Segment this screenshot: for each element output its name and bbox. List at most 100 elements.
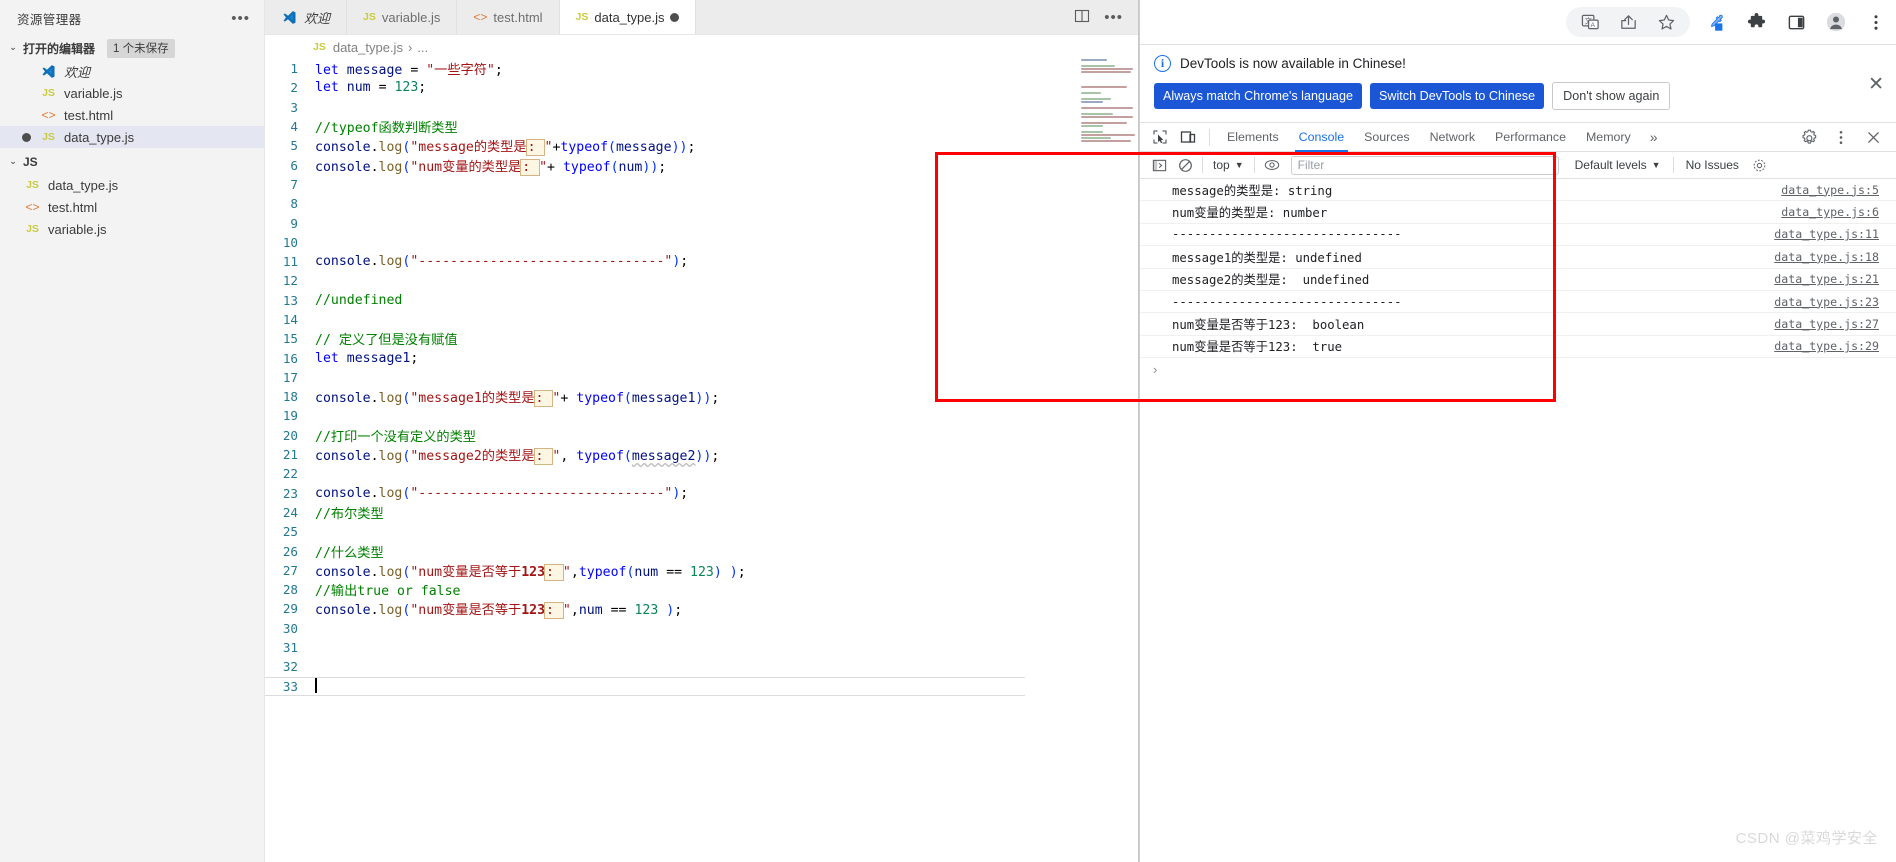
breadcrumb: JS data_type.js › ... bbox=[265, 35, 1139, 59]
tab-memory[interactable]: Memory bbox=[1576, 122, 1641, 152]
live-expression-eye-icon[interactable] bbox=[1259, 157, 1285, 173]
code-text: console.log("message2的类型是: ", typeof(mes… bbox=[315, 448, 720, 466]
console-log-source-link[interactable]: data_type.js:6 bbox=[1781, 205, 1879, 219]
translate-icon[interactable]: 文 A bbox=[1580, 12, 1600, 32]
console-log-source-link[interactable]: data_type.js:18 bbox=[1774, 250, 1879, 264]
console-output-area[interactable]: message的类型是: string data_type.js:5 num变量… bbox=[1140, 179, 1896, 479]
tab-sources[interactable]: Sources bbox=[1354, 122, 1419, 152]
tab-welcome[interactable]: 欢迎 bbox=[265, 0, 348, 34]
line-number: 26 bbox=[282, 543, 298, 559]
tab-elements[interactable]: Elements bbox=[1217, 122, 1289, 152]
code-text: console.log("num变量是否等于123: ",num == 123 … bbox=[315, 602, 683, 620]
code-line: 19 bbox=[265, 406, 1139, 425]
devtools-menu-icon[interactable] bbox=[1827, 129, 1855, 146]
console-log-row[interactable]: num变量的类型是: number data_type.js:6 bbox=[1140, 201, 1896, 224]
devtools-close-icon[interactable] bbox=[1859, 130, 1887, 145]
open-editor-item-variable-js[interactable]: JS variable.js bbox=[0, 82, 264, 104]
settings-gear-icon[interactable] bbox=[1795, 129, 1823, 146]
svg-text:A: A bbox=[1590, 21, 1595, 28]
chevron-down-icon: ⌄ bbox=[9, 155, 17, 166]
line-number: 23 bbox=[282, 485, 298, 501]
more-actions-icon[interactable]: ••• bbox=[1104, 10, 1123, 25]
file-item-test-html[interactable]: <> test.html bbox=[0, 196, 264, 218]
devtools-tabbar: Elements Console Sources Network Perform… bbox=[1140, 122, 1896, 152]
code-text: console.log("num变量是否等于123: ",typeof(num … bbox=[315, 563, 746, 581]
line-number: 10 bbox=[282, 234, 298, 250]
eyedropper-icon[interactable] bbox=[1706, 12, 1726, 32]
execution-context-label: top bbox=[1213, 158, 1230, 172]
tab-network[interactable]: Network bbox=[1420, 122, 1485, 152]
line-number: 11 bbox=[282, 254, 298, 270]
bookmark-star-icon[interactable] bbox=[1656, 12, 1676, 32]
console-sidebar-icon[interactable] bbox=[1146, 158, 1172, 173]
inspect-element-icon[interactable] bbox=[1146, 129, 1174, 145]
console-log-source-link[interactable]: data_type.js:23 bbox=[1774, 295, 1879, 309]
open-editor-item-data-type-js[interactable]: JS data_type.js bbox=[0, 126, 264, 148]
open-editor-label: variable.js bbox=[64, 85, 123, 101]
toolbar-divider bbox=[1202, 157, 1203, 173]
close-icon[interactable]: ✕ bbox=[1868, 75, 1884, 94]
tab-test-html[interactable]: <> test.html bbox=[457, 0, 560, 34]
open-editors-section-header[interactable]: ⌄ 打开的编辑器 1 个未保存 bbox=[0, 36, 264, 60]
tab-data-type-js[interactable]: JS data_type.js bbox=[559, 0, 697, 34]
breadcrumb-tail[interactable]: ... bbox=[417, 40, 428, 55]
execution-context-selector[interactable]: top ▼ bbox=[1207, 158, 1250, 172]
js-icon: JS bbox=[26, 223, 39, 235]
dont-show-again-button[interactable]: Don't show again bbox=[1552, 82, 1671, 110]
device-toolbar-icon[interactable] bbox=[1174, 129, 1202, 145]
file-item-data-type-js[interactable]: JS data_type.js bbox=[0, 174, 264, 196]
watermark: CSDN @菜鸡学安全 bbox=[1735, 830, 1878, 847]
profile-avatar-icon[interactable] bbox=[1826, 12, 1846, 32]
tab-performance[interactable]: Performance bbox=[1485, 122, 1576, 152]
issues-status[interactable]: No Issues bbox=[1678, 158, 1747, 172]
chrome-menu-icon[interactable] bbox=[1866, 12, 1886, 32]
folder-section-header[interactable]: ⌄ JS bbox=[0, 150, 264, 174]
console-log-source-link[interactable]: data_type.js:27 bbox=[1774, 317, 1879, 331]
always-match-language-button[interactable]: Always match Chrome's language bbox=[1154, 83, 1363, 109]
more-tabs-chevron-icon[interactable]: » bbox=[1641, 129, 1667, 145]
console-log-row[interactable]: num变量是否等于123: true data_type.js:29 bbox=[1140, 336, 1896, 359]
side-panel-icon[interactable] bbox=[1786, 12, 1806, 32]
console-log-row[interactable]: message的类型是: string data_type.js:5 bbox=[1140, 179, 1896, 202]
console-settings-gear-icon[interactable] bbox=[1747, 158, 1773, 173]
line-number: 12 bbox=[282, 273, 298, 289]
line-number: 8 bbox=[290, 196, 298, 212]
code-editor[interactable]: 1 let message = "一些字符"; 2 let num = 123;… bbox=[265, 59, 1139, 862]
code-line: 17 bbox=[265, 368, 1139, 387]
console-log-source-link[interactable]: data_type.js:5 bbox=[1781, 183, 1879, 197]
open-editors-label: 打开的编辑器 bbox=[23, 41, 96, 56]
log-levels-dropdown[interactable]: Default levels ▼ bbox=[1567, 158, 1669, 172]
console-log-source-link[interactable]: data_type.js:21 bbox=[1774, 272, 1879, 286]
tab-console[interactable]: Console bbox=[1289, 122, 1354, 152]
console-log-row[interactable]: ------------------------------- data_typ… bbox=[1140, 224, 1896, 247]
share-icon[interactable] bbox=[1618, 12, 1638, 32]
console-log-source-link[interactable]: data_type.js:11 bbox=[1774, 227, 1879, 241]
console-log-row[interactable]: message2的类型是: undefined data_type.js:21 bbox=[1140, 269, 1896, 291]
html-icon: <> bbox=[25, 200, 40, 214]
switch-devtools-chinese-button[interactable]: Switch DevTools to Chinese bbox=[1370, 83, 1545, 109]
console-log-row[interactable]: num变量是否等于123: boolean data_type.js:27 bbox=[1140, 313, 1896, 336]
js-icon: JS bbox=[42, 87, 55, 99]
clear-console-icon[interactable] bbox=[1172, 158, 1198, 173]
console-log-row[interactable]: message1的类型是: undefined data_type.js:18 bbox=[1140, 246, 1896, 269]
tab-label: test.html bbox=[493, 9, 543, 25]
tab-variable-js[interactable]: JS variable.js bbox=[347, 0, 458, 34]
text-cursor bbox=[315, 678, 317, 694]
breadcrumb-separator: › bbox=[407, 39, 413, 55]
open-editor-item-test-html[interactable]: <> test.html bbox=[0, 104, 264, 126]
code-line: 23 console.log("------------------------… bbox=[265, 484, 1139, 503]
console-prompt[interactable]: › bbox=[1140, 358, 1896, 380]
breadcrumb-file[interactable]: data_type.js bbox=[333, 40, 403, 55]
js-icon: JS bbox=[42, 131, 55, 143]
console-filter-input[interactable]: Filter bbox=[1290, 155, 1559, 175]
file-item-variable-js[interactable]: JS variable.js bbox=[0, 218, 264, 240]
split-editor-icon[interactable] bbox=[1074, 8, 1090, 27]
code-line: 10 bbox=[265, 233, 1139, 252]
ellipsis-icon[interactable]: ••• bbox=[231, 11, 250, 26]
console-log-source-link[interactable]: data_type.js:29 bbox=[1774, 339, 1879, 353]
extensions-puzzle-icon[interactable] bbox=[1746, 12, 1766, 32]
console-log-row[interactable]: ------------------------------- data_typ… bbox=[1140, 291, 1896, 314]
unsaved-dot-icon[interactable] bbox=[670, 12, 680, 22]
open-editor-item-welcome[interactable]: 欢迎 bbox=[0, 60, 264, 82]
minimap[interactable] bbox=[1077, 59, 1139, 854]
